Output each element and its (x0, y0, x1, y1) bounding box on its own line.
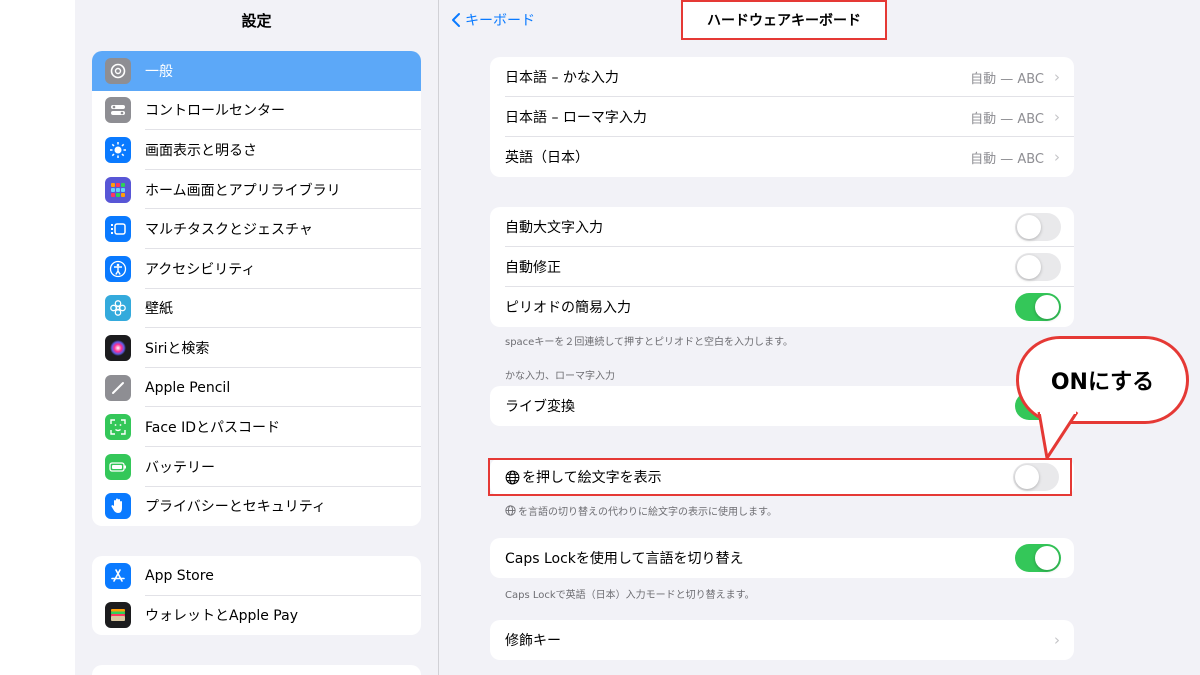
sidebar-item-label: Apple Pencil (145, 379, 231, 396)
period-shortcut-row: ピリオドの簡易入力 (490, 287, 1074, 327)
layout-label: 日本語 – かな入力 (505, 70, 619, 86)
sidebar-item-apple-pencil[interactable]: Apple Pencil (92, 368, 421, 408)
toggle-label: 自動修正 (505, 260, 561, 276)
keyboard-layouts-card: 日本語 – かな入力 自動 — ABC › 日本語 – ローマ字入力 自動 — … (490, 57, 1074, 177)
caps-lock-toggle[interactable] (1015, 544, 1061, 572)
live-conversion-row: ライブ変換 (490, 386, 1074, 426)
auto-correction-row: 自動修正 (490, 247, 1074, 287)
sidebar-group-store: App Store ウォレットとApple Pay (92, 556, 421, 636)
sidebar-item-face-id[interactable]: Face IDとパスコード (92, 407, 421, 447)
chevron-right-icon: › (1054, 68, 1060, 86)
sidebar-title: 設定 (241, 12, 272, 30)
sidebar-item-wallpaper[interactable]: 壁紙 (92, 289, 421, 329)
pencil-icon (105, 374, 131, 401)
modifier-keys-card: 修飾キー › (490, 620, 1074, 660)
app-store-icon (105, 562, 131, 589)
sidebar-item-label: 画面表示と明るさ (145, 142, 257, 159)
chevron-left-icon (452, 13, 460, 27)
settings-sidebar: 設定 一般 コントロールセンター 画面表示と明るさ ホーム画面とアプリライブラリ… (75, 0, 439, 675)
auto-capitalization-row: 自動大文字入力 (490, 207, 1074, 247)
layout-row-english[interactable]: 英語（日本） 自動 — ABC › (490, 137, 1074, 177)
auto-correction-toggle[interactable] (1015, 253, 1061, 281)
gear-icon (105, 57, 131, 84)
chevron-right-icon: › (1054, 108, 1060, 126)
battery-icon (105, 453, 131, 480)
home-screen-icon (105, 176, 131, 203)
sidebar-item-label: バッテリー (145, 459, 215, 476)
brightness-icon (105, 136, 131, 163)
back-button[interactable]: キーボード (451, 10, 535, 30)
sidebar-item-label: 壁紙 (145, 301, 173, 318)
wallet-icon (105, 602, 131, 629)
sidebar-item-label: ウォレットとApple Pay (145, 608, 298, 625)
multitask-icon (105, 216, 131, 243)
layout-detail: 自動 — ABC (970, 111, 1044, 127)
globe-icon (505, 505, 516, 516)
layout-label: 英語（日本） (505, 150, 589, 166)
layout-detail: 自動 — ABC (970, 71, 1044, 87)
globe-icon (505, 470, 520, 484)
sidebar-item-wallet[interactable]: ウォレットとApple Pay (92, 596, 421, 636)
sidebar-item-label: App Store (145, 567, 214, 584)
toggle-label: Caps Lockを使用して言語を切り替え (505, 551, 744, 567)
emoji-footnote: を言語の切り替えの代わりに絵文字の表示に使用します。 (505, 503, 777, 518)
hand-icon (105, 493, 131, 520)
toggle-label: を押して絵文字を表示 (522, 470, 662, 486)
page-title: ハードウェアキーボード (681, 0, 887, 40)
wallpaper-flower-icon (105, 295, 131, 322)
hardware-keyboard-pane: キーボード ハードウェアキーボード 日本語 – かな入力 自動 — ABC › … (439, 0, 1200, 675)
sidebar-item-label: アクセシビリティ (145, 261, 256, 278)
sidebar-item-display[interactable]: 画面表示と明るさ (92, 130, 421, 170)
period-shortcut-toggle[interactable] (1015, 293, 1061, 321)
sidebar-item-label: マルチタスクとジェスチャ (145, 222, 313, 239)
input-options-card: 自動大文字入力 自動修正 ピリオドの簡易入力 (490, 207, 1074, 327)
toggle-label: 自動大文字入力 (505, 220, 603, 236)
accessibility-icon (105, 255, 131, 282)
modifier-label: 修飾キー (505, 633, 561, 649)
sidebar-item-home-screen[interactable]: ホーム画面とアプリライブラリ (92, 170, 421, 210)
globe-emoji-toggle[interactable] (1013, 463, 1059, 491)
sidebar-item-control-center[interactable]: コントロールセンター (92, 91, 421, 131)
sidebar-item-multitasking[interactable]: マルチタスクとジェスチャ (92, 209, 421, 249)
sidebar-item-siri[interactable]: Siriと検索 (92, 328, 421, 368)
live-conversion-card: ライブ変換 (490, 386, 1074, 426)
callout-tail (1037, 410, 1079, 460)
sidebar-item-label: 一般 (145, 63, 173, 80)
sidebar-group-main: 一般 コントロールセンター 画面表示と明るさ ホーム画面とアプリライブラリ マル… (92, 51, 421, 527)
back-label: キーボード (465, 13, 535, 29)
layout-row-romaji[interactable]: 日本語 – ローマ字入力 自動 — ABC › (490, 97, 1074, 137)
kana-section-header: かな入力、ローマ字入力 (505, 371, 615, 382)
sidebar-group-next (92, 665, 421, 675)
sidebar-item-general[interactable]: 一般 (92, 51, 421, 91)
siri-icon (105, 334, 131, 361)
layout-label: 日本語 – ローマ字入力 (505, 110, 647, 126)
caps-lock-footnote: Caps Lockで英語（日本）入力モードと切り替えます。 (505, 590, 755, 601)
layout-detail: 自動 — ABC (970, 151, 1044, 167)
emoji-footnote-text: を言語の切り替えの代わりに絵文字の表示に使用します。 (518, 507, 777, 518)
emoji-card: を押して絵文字を表示 (490, 458, 1074, 496)
face-id-icon (105, 414, 131, 441)
globe-emoji-row: を押して絵文字を表示 (490, 458, 1074, 496)
sidebar-item-label: Siriと検索 (145, 340, 210, 357)
sidebar-item-privacy[interactable]: プライバシーとセキュリティ (92, 487, 421, 527)
sidebar-item-accessibility[interactable]: アクセシビリティ (92, 249, 421, 289)
sidebar-item-label: コントロールセンター (145, 103, 285, 120)
period-footnote: spaceキーを２回連続して押すとピリオドと空白を入力します。 (505, 337, 794, 348)
caps-lock-card: Caps Lockを使用して言語を切り替え (490, 538, 1074, 578)
auto-capitalization-toggle[interactable] (1015, 213, 1061, 241)
modifier-keys-row[interactable]: 修飾キー › (490, 620, 1074, 660)
caps-lock-row: Caps Lockを使用して言語を切り替え (490, 538, 1074, 578)
control-center-icon (105, 97, 131, 124)
sidebar-item-battery[interactable]: バッテリー (92, 447, 421, 487)
sidebar-item-app-store[interactable]: App Store (92, 556, 421, 596)
sidebar-item-label: Face IDとパスコード (145, 420, 281, 437)
toggle-label: ピリオドの簡易入力 (505, 300, 631, 316)
chevron-right-icon: › (1054, 148, 1060, 166)
sidebar-item-label: ホーム画面とアプリライブラリ (145, 182, 341, 199)
chevron-right-icon: › (1054, 631, 1060, 649)
layout-row-kana[interactable]: 日本語 – かな入力 自動 — ABC › (490, 57, 1074, 97)
sidebar-item-label: プライバシーとセキュリティ (145, 499, 326, 516)
toggle-label: ライブ変換 (505, 399, 575, 415)
